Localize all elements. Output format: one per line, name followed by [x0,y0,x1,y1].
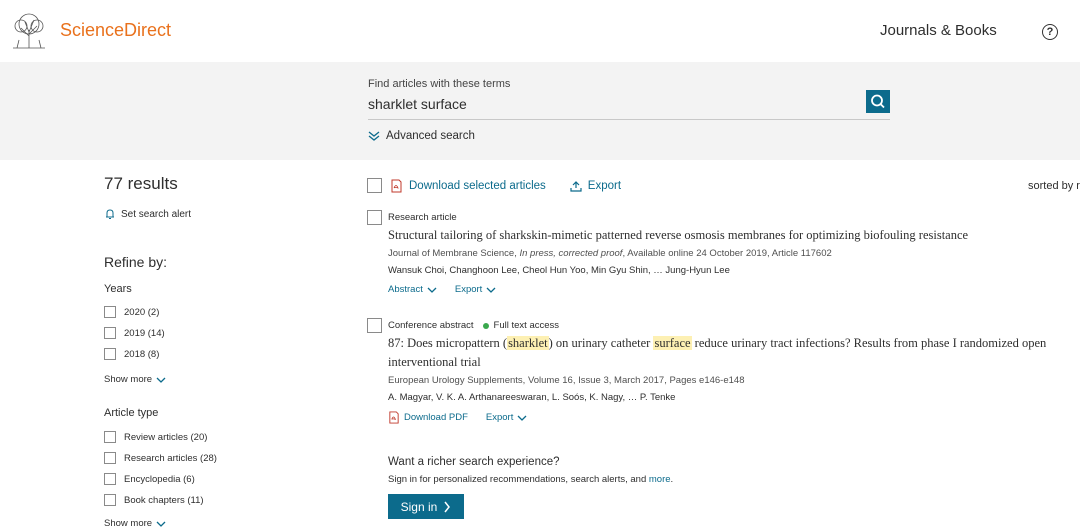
chevron-down-icon [427,287,437,293]
article-title-link[interactable]: Structural tailoring of sharkskin-mimeti… [388,226,968,245]
article-authors: Wansuk Choi, Changhoon Lee, Cheol Hun Yo… [388,265,730,276]
select-all-checkbox[interactable] [367,178,382,193]
results-count: 77 results [104,174,178,193]
facet-label: 2019 (14) [124,327,165,339]
facet-research-articles[interactable]: Research articles (28) [104,452,217,464]
article-type-label: Research article [388,212,457,223]
facet-label: Review articles (20) [124,431,208,443]
facet-label: 2018 (8) [124,348,160,360]
chevron-right-icon [444,501,451,512]
facet-year-2018[interactable]: 2018 (8) [104,348,159,360]
export-label: Export [454,284,483,295]
help-icon[interactable]: ? [1042,24,1058,40]
facet-book-chapters[interactable]: Book chapters (11) [104,494,204,506]
access-dot-icon [482,322,489,329]
facet-label: Research articles (28) [124,452,217,464]
checkbox[interactable] [104,473,116,485]
access-label: Full text access [493,320,560,331]
elsevier-tree-logo-icon[interactable] [9,12,49,50]
article-type-row: Conference abstract Full text access [388,320,559,331]
export-label: Export [485,412,514,423]
sign-in-label: Sign in [400,499,438,514]
search-icon [871,94,885,109]
site-header: ScienceDirect Journals & Books ? [0,0,1080,62]
article-checkbox[interactable] [367,210,382,225]
article-authors: A. Magyar, V. K. A. Arthanareeswaran, L.… [388,392,676,403]
search-button[interactable] [866,90,890,113]
checkbox[interactable] [104,306,116,318]
checkbox[interactable] [104,431,116,443]
years-heading: Years [104,283,132,295]
facet-encyclopedia[interactable]: Encyclopedia (6) [104,473,195,485]
pdf-icon [391,179,402,192]
sign-in-button[interactable]: Sign in [388,494,464,519]
pdf-icon [389,411,399,424]
richer-experience-text: Sign in for personalized recommendations… [388,474,673,485]
title-part: reduce urinary tract infections? Results… [691,336,1047,350]
double-chevron-down-icon [368,131,380,141]
bell-icon [106,209,114,219]
highlight-term: sharklet [507,336,549,350]
richer-experience-heading: Want a richer search experience? [388,456,560,468]
download-selected-button[interactable]: Download selected articles [409,180,546,192]
chevron-down-icon [156,521,166,527]
checkbox[interactable] [104,327,116,339]
chevron-down-icon [156,377,166,383]
years-show-more[interactable]: Show more [104,374,166,385]
advanced-search-label: Advanced search [386,130,475,142]
checkbox[interactable] [104,452,116,464]
highlight-term: surface [653,336,692,350]
article-type-heading: Article type [104,407,159,419]
show-more-label: Show more [104,518,153,529]
article-title-link[interactable]: 87: Does micropattern (sharklet) on urin… [388,334,1078,372]
article-export-toggle[interactable]: Export [486,412,527,423]
article-source: Journal of Membrane Science, In press, c… [388,248,832,259]
show-more-label: Show more [104,374,153,385]
article-type-show-more[interactable]: Show more [104,518,166,529]
chevron-down-icon [486,287,496,293]
checkbox[interactable] [104,494,116,506]
search-band: Find articles with these terms sharklet … [0,62,1080,160]
download-pdf-link[interactable]: Download PDF [388,411,468,424]
abstract-label: Abstract [388,284,423,295]
search-input-underline [368,119,890,120]
facet-label: Encyclopedia (6) [124,473,195,485]
title-part: ) on urinary catheter [548,336,654,350]
promo-text-end: . [670,474,674,485]
advanced-search-link[interactable]: Advanced search [368,130,475,142]
article-checkbox[interactable] [367,318,382,333]
sort-by-control[interactable]: sorted by r [1028,180,1080,192]
source-status: In press, corrected proof [519,248,623,259]
title-part: interventional trial [388,355,481,369]
facet-year-2019[interactable]: 2019 (14) [104,327,165,339]
search-label: Find articles with these terms [368,78,511,90]
export-button[interactable]: Export [588,180,621,192]
article-export-toggle[interactable]: Export [455,284,496,295]
facet-label: Book chapters (11) [124,494,204,506]
search-input[interactable]: sharklet surface [368,96,467,112]
article-type-label: Conference abstract [388,320,474,331]
journals-books-link[interactable]: Journals & Books [880,22,997,39]
set-search-alert-link[interactable]: Set search alert [104,208,191,220]
abstract-toggle[interactable]: Abstract [388,284,437,295]
export-icon [570,180,582,192]
download-pdf-label: Download PDF [404,412,468,423]
article-actions: Download PDF Export [388,411,527,424]
promo-text: Sign in for personalized recommendations… [388,474,649,485]
source-journal: Journal of Membrane Science, [388,248,520,259]
checkbox[interactable] [104,348,116,360]
results-toolbar: Download selected articles Export [367,178,621,193]
facet-label: 2020 (2) [124,306,160,318]
set-search-alert-label: Set search alert [121,208,192,220]
facet-review-articles[interactable]: Review articles (20) [104,431,207,443]
more-link[interactable]: more [649,474,671,485]
facet-year-2020[interactable]: 2020 (2) [104,306,159,318]
article-actions: Abstract Export [388,284,496,295]
brand-name[interactable]: ScienceDirect [60,20,171,41]
article-source: European Urology Supplements, Volume 16,… [388,375,745,386]
title-part: 87: Does micropattern ( [388,336,508,350]
source-details: , Available online 24 October 2019, Arti… [622,248,832,259]
chevron-down-icon [517,415,527,421]
refine-heading: Refine by: [104,254,168,270]
